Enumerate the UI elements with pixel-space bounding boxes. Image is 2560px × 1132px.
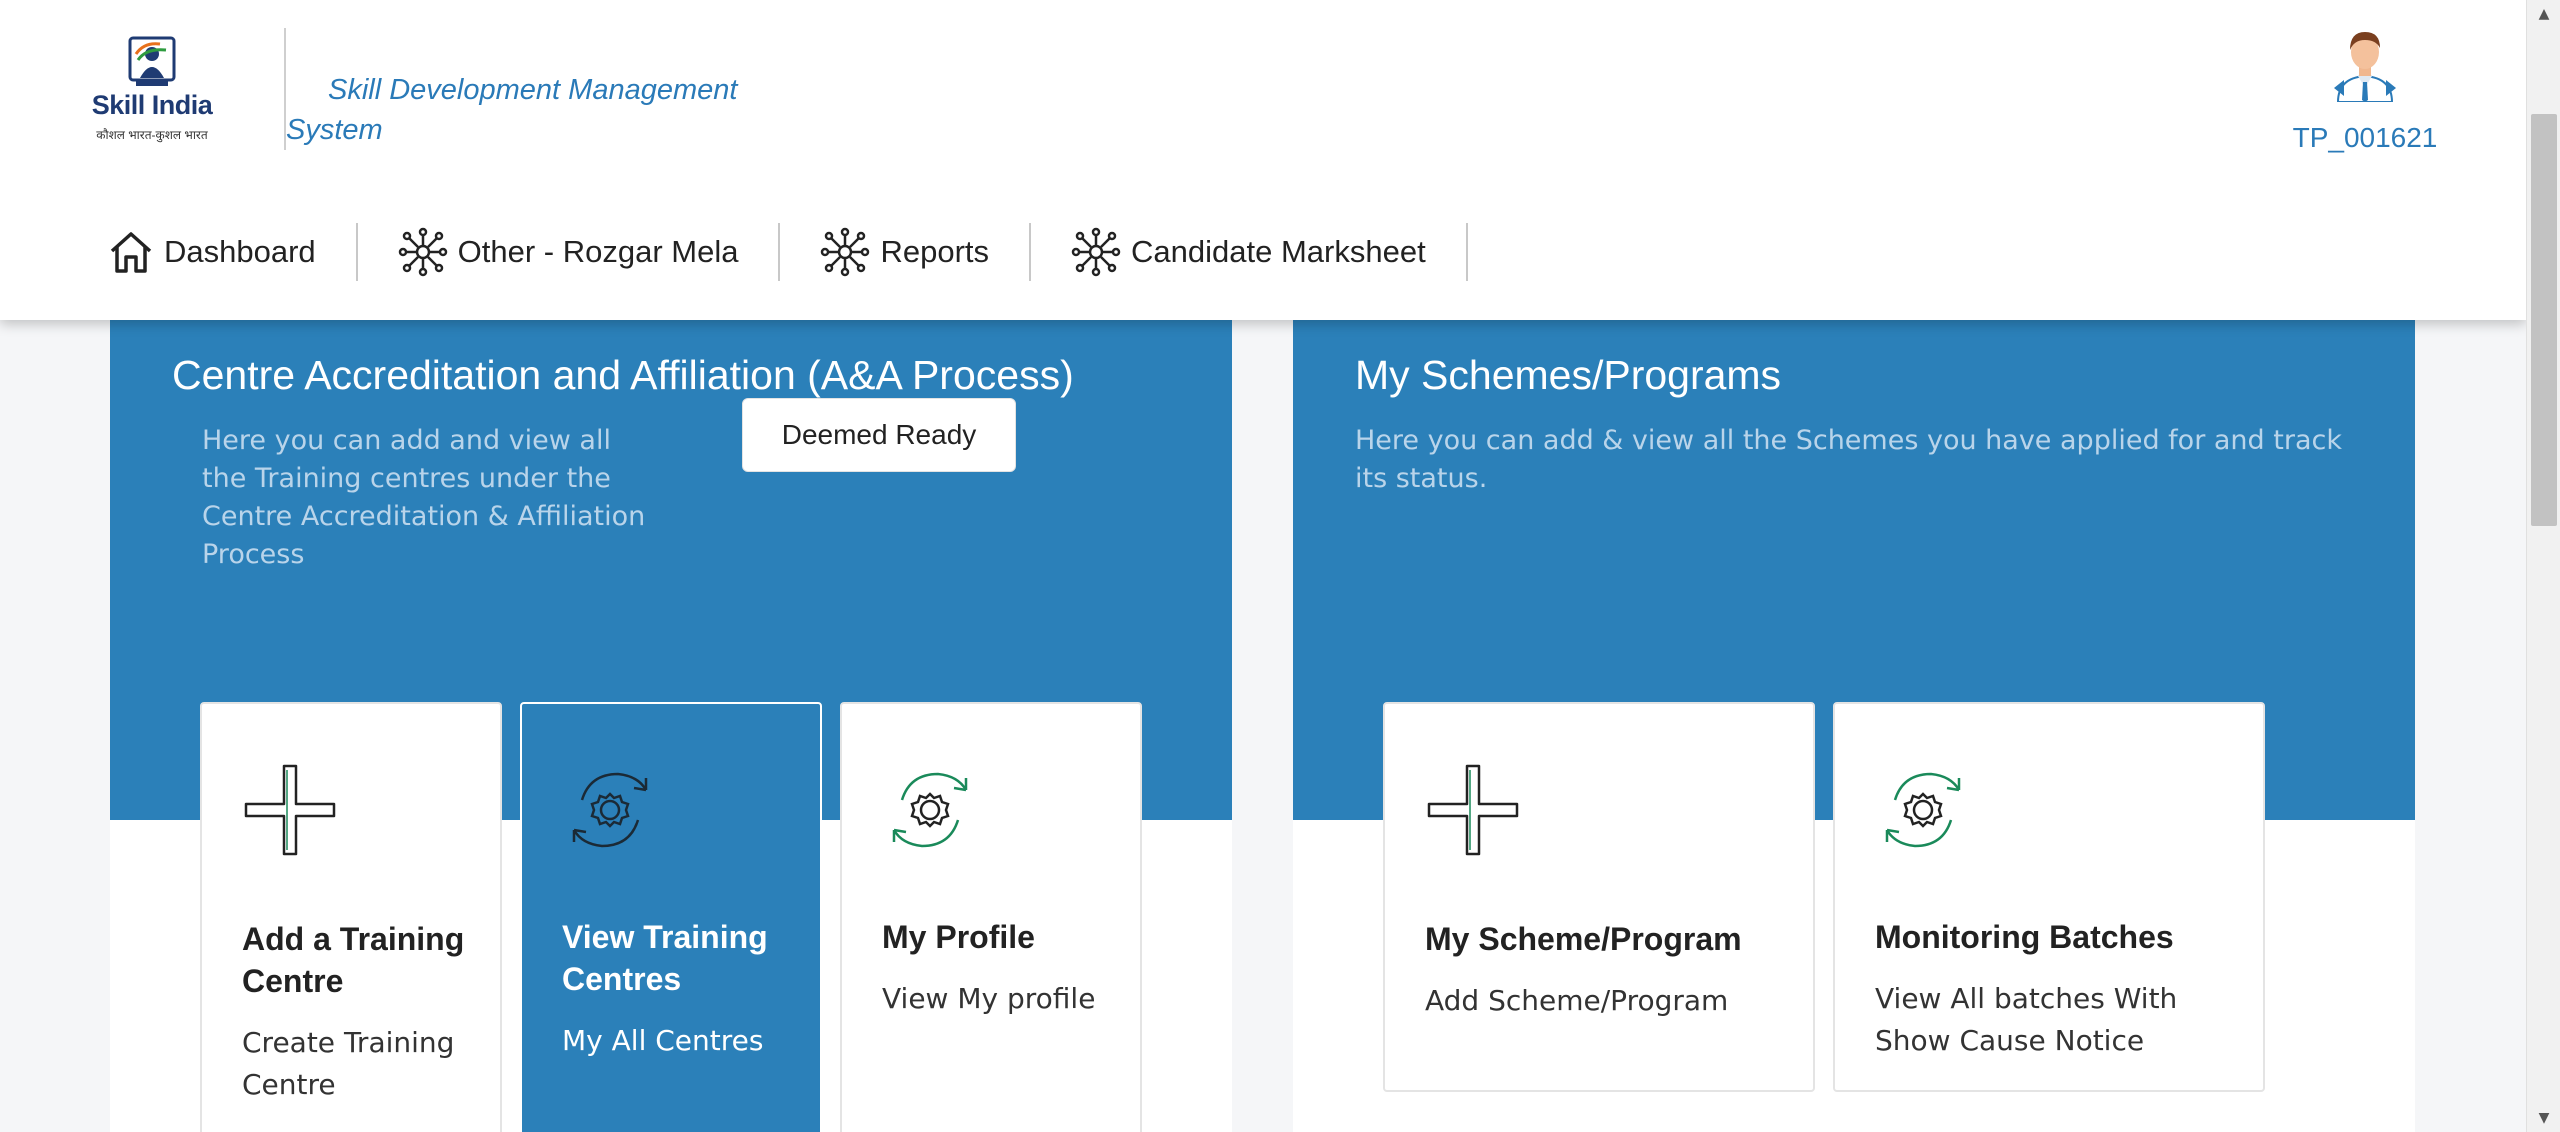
nav-label-reports: Reports bbox=[880, 234, 990, 269]
card-subtitle: My All Centres bbox=[562, 1024, 764, 1057]
gear-refresh-icon bbox=[892, 772, 968, 848]
card-subtitle: View All batches With Show Cause Notice bbox=[1875, 982, 2178, 1057]
my-profile-card[interactable]: My Profile View My profile bbox=[840, 702, 1142, 1132]
nav-item-rozgar-mela[interactable]: Other - Rozgar Mela bbox=[398, 222, 739, 282]
nav-separator bbox=[355, 223, 358, 281]
add-training-centre-card[interactable]: Add a Training Centre Create Training Ce… bbox=[200, 702, 502, 1132]
network-icon bbox=[398, 227, 447, 277]
nav-separator bbox=[1029, 223, 1032, 281]
scroll-up-arrow-icon[interactable]: ▲ bbox=[2527, 0, 2560, 28]
schemes-programs-panel: My Schemes/Programs Here you can add & v… bbox=[1293, 300, 2415, 1132]
card-title: Add a Training Centre bbox=[242, 921, 465, 999]
nav-item-reports[interactable]: Reports bbox=[820, 222, 989, 282]
user-id-label[interactable]: TP_001621 bbox=[2280, 122, 2450, 154]
main-nav: Dashboard Other - Rozgar Mela Reports Ca… bbox=[108, 222, 1508, 282]
nav-label-dashboard: Dashboard bbox=[164, 234, 316, 269]
logo-wordmark: Skill India bbox=[91, 90, 213, 120]
gear-refresh-icon bbox=[572, 772, 648, 848]
nav-label-candidate-marksheet: Candidate Marksheet bbox=[1131, 234, 1426, 269]
plus-icon bbox=[244, 764, 336, 856]
app-title: Skill Development Management System bbox=[286, 74, 738, 146]
user-avatar-icon bbox=[2334, 32, 2396, 103]
nav-item-candidate-marksheet[interactable]: Candidate Marksheet bbox=[1071, 222, 1426, 282]
aa-process-panel: Centre Accreditation and Affiliation (A&… bbox=[110, 300, 1232, 1132]
view-training-centres-card[interactable]: View Training Centres My All Centres bbox=[520, 702, 822, 1132]
panel-description: Here you can add & view all the Schemes … bbox=[1355, 425, 2342, 494]
panel-title: My Schemes/Programs bbox=[1355, 352, 1782, 398]
scrollbar-thumb[interactable] bbox=[2531, 114, 2557, 526]
panel-description: Here you can add and view all the Traini… bbox=[202, 425, 646, 570]
network-icon bbox=[821, 227, 870, 277]
top-header: Skill India कौशल भारत-कुशल भारत Skill De… bbox=[0, 0, 2526, 320]
network-icon bbox=[1071, 227, 1121, 277]
card-subtitle: Create Training Centre bbox=[242, 1026, 455, 1101]
nav-item-dashboard[interactable]: Dashboard bbox=[108, 222, 316, 282]
logo-tagline: कौशल भारत-कुशल भारत bbox=[96, 128, 208, 142]
card-subtitle: View My profile bbox=[882, 982, 1096, 1015]
my-scheme-program-card[interactable]: My Scheme/Program Add Scheme/Program bbox=[1383, 702, 1815, 1092]
home-icon bbox=[110, 232, 152, 273]
card-title: View Training Centres bbox=[562, 919, 768, 997]
scroll-down-arrow-icon[interactable]: ▼ bbox=[2527, 1104, 2560, 1132]
monitoring-batches-card[interactable]: Monitoring Batches View All batches With… bbox=[1833, 702, 2265, 1092]
panel-title: Centre Accreditation and Affiliation (A&… bbox=[172, 352, 1074, 398]
user-avatar[interactable] bbox=[2332, 28, 2398, 103]
nav-label-rozgar-mela: Other - Rozgar Mela bbox=[457, 234, 739, 269]
gear-refresh-icon bbox=[1885, 772, 1961, 848]
card-subtitle: Add Scheme/Program bbox=[1425, 984, 1729, 1017]
card-title: My Profile bbox=[882, 919, 1035, 955]
nav-separator bbox=[778, 223, 781, 281]
nav-separator bbox=[1465, 223, 1468, 281]
logo-emblem-icon bbox=[128, 36, 176, 86]
skill-india-logo[interactable]: Skill India कौशल भारत-कुशल भारत bbox=[82, 34, 222, 146]
plus-icon bbox=[1427, 764, 1519, 856]
page-scrollbar[interactable]: ▲ ▼ bbox=[2526, 0, 2560, 1132]
deemed-ready-button[interactable]: Deemed Ready bbox=[742, 398, 1016, 472]
card-title: Monitoring Batches bbox=[1875, 919, 2174, 955]
card-title: My Scheme/Program bbox=[1425, 921, 1742, 957]
